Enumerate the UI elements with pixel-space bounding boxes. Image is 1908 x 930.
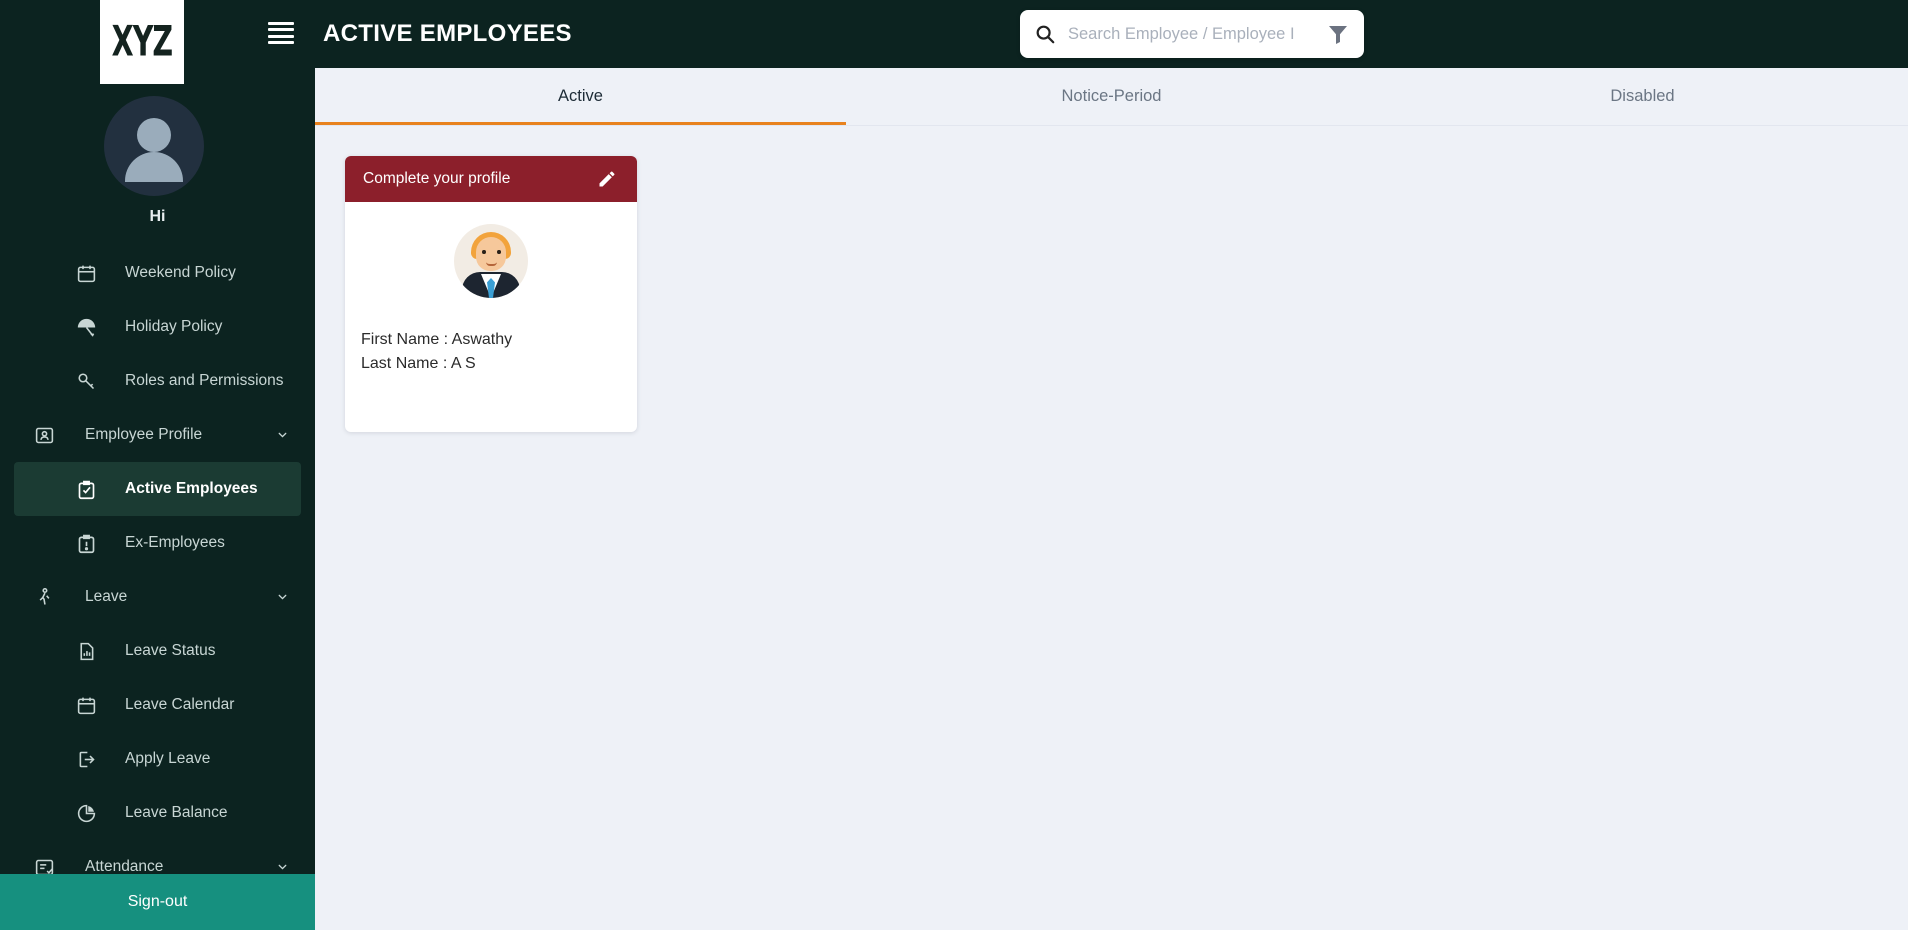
funnel-filter-icon[interactable] xyxy=(1326,22,1350,46)
calendar-icon xyxy=(75,262,97,284)
tab-label: Notice-Period xyxy=(1061,87,1162,105)
report-chart-icon xyxy=(75,640,97,662)
sidebar-item-roles-and-permissions[interactable]: Roles and Permissions xyxy=(0,354,315,408)
pencil-icon[interactable] xyxy=(597,169,617,189)
tab-label: Disabled xyxy=(1610,87,1675,105)
id-card-icon xyxy=(33,424,55,446)
content-area: Complete your profile First Name: Aswat… xyxy=(315,126,1908,930)
main-area: ACTIVE EMPLOYEES Active Notice-Period Disa… xyxy=(268,0,1908,930)
search-input[interactable] xyxy=(1068,24,1326,44)
sidebar-item-active-employees[interactable]: Active Employees xyxy=(14,462,301,516)
user-greeting: Hi xyxy=(149,208,166,225)
sidebar-item-label: Leave Calendar xyxy=(125,696,235,713)
calendar-icon xyxy=(75,694,97,716)
profile-card-body: First Name : Aswathy Last Name : A S xyxy=(345,202,637,432)
top-bar: ACTIVE EMPLOYEES xyxy=(268,0,1908,68)
avatar-head-icon xyxy=(137,118,171,152)
employee-portrait-avatar xyxy=(454,224,528,298)
tab-bar: Active Notice-Period Disabled xyxy=(315,68,1908,126)
tab-notice-period[interactable]: Notice-Period xyxy=(846,68,1377,125)
brand-logo-text: XYZ xyxy=(111,17,173,67)
sidebar-item-holiday-policy[interactable]: Holiday Policy xyxy=(0,300,315,354)
magnifier-icon xyxy=(1034,23,1056,45)
sidebar-menu: Weekend Policy Holiday Policy Roles and Pe… xyxy=(0,246,315,886)
sidebar-item-employee-profile[interactable]: Employee Profile xyxy=(0,408,315,462)
sign-out-label: Sign-out xyxy=(127,893,188,910)
sidebar-item-ex-employees[interactable]: Ex-Employees xyxy=(0,516,315,570)
sidebar: XYZ Hi Weekend Policy Holiday Policy Roles… xyxy=(0,0,315,930)
sidebar-item-label: Ex-Employees xyxy=(125,534,225,551)
sidebar-item-leave-status[interactable]: Leave Status xyxy=(0,624,315,678)
search-bar xyxy=(1020,10,1364,58)
logout-arrow-icon xyxy=(75,748,97,770)
pie-chart-icon xyxy=(75,802,97,824)
tab-disabled[interactable]: Disabled xyxy=(1377,68,1908,125)
sidebar-item-apply-leave[interactable]: Apply Leave xyxy=(0,732,315,786)
chevron-down-icon[interactable] xyxy=(276,861,289,874)
sidebar-item-label: Leave Balance xyxy=(125,804,228,821)
walking-person-icon xyxy=(33,586,55,608)
profile-card-title: Complete your profile xyxy=(363,170,511,187)
chevron-down-icon[interactable] xyxy=(276,429,289,442)
profile-field: First Name : Aswathy xyxy=(361,331,513,348)
sign-out-button[interactable]: Sign-out xyxy=(0,874,315,930)
sidebar-item-label: Active Employees xyxy=(125,480,258,497)
beach-umbrella-icon xyxy=(75,316,97,338)
key-icon xyxy=(75,370,97,392)
user-avatar[interactable] xyxy=(104,96,204,196)
brand-logo[interactable]: XYZ xyxy=(100,0,184,84)
sidebar-item-label: Holiday Policy xyxy=(125,318,223,335)
sidebar-item-label: Leave Status xyxy=(125,642,216,659)
app-root: XYZ Hi Weekend Policy Holiday Policy Roles… xyxy=(0,0,1908,930)
profile-field: Last Name : A S xyxy=(361,355,476,372)
clipboard-alert-icon xyxy=(75,532,97,554)
sidebar-item-label: Roles and Permissions xyxy=(125,372,284,389)
clipboard-check-icon xyxy=(75,478,97,500)
sidebar-item-leave[interactable]: Leave xyxy=(0,570,315,624)
chevron-down-icon[interactable] xyxy=(276,591,289,604)
profile-field-list: First Name : Aswathy Last Name : A S xyxy=(345,328,637,376)
sidebar-item-leave-balance[interactable]: Leave Balance xyxy=(0,786,315,840)
hamburger-icon[interactable] xyxy=(268,22,294,44)
profile-card: Complete your profile First Name: Aswat… xyxy=(345,156,637,432)
sidebar-item-label: Apply Leave xyxy=(125,750,211,767)
sidebar-item-leave-calendar[interactable]: Leave Calendar xyxy=(0,678,315,732)
tab-active[interactable]: Active xyxy=(315,68,846,125)
sidebar-item-label: Employee Profile xyxy=(85,426,203,443)
sidebar-item-label: Weekend Policy xyxy=(125,264,236,281)
sidebar-item-label: Leave xyxy=(85,588,128,605)
avatar-body-icon xyxy=(125,152,183,182)
page-title: ACTIVE EMPLOYEES xyxy=(323,20,572,47)
menu-top-fade xyxy=(0,246,315,262)
tab-label: Active xyxy=(558,87,603,105)
profile-card-header: Complete your profile xyxy=(345,156,637,202)
